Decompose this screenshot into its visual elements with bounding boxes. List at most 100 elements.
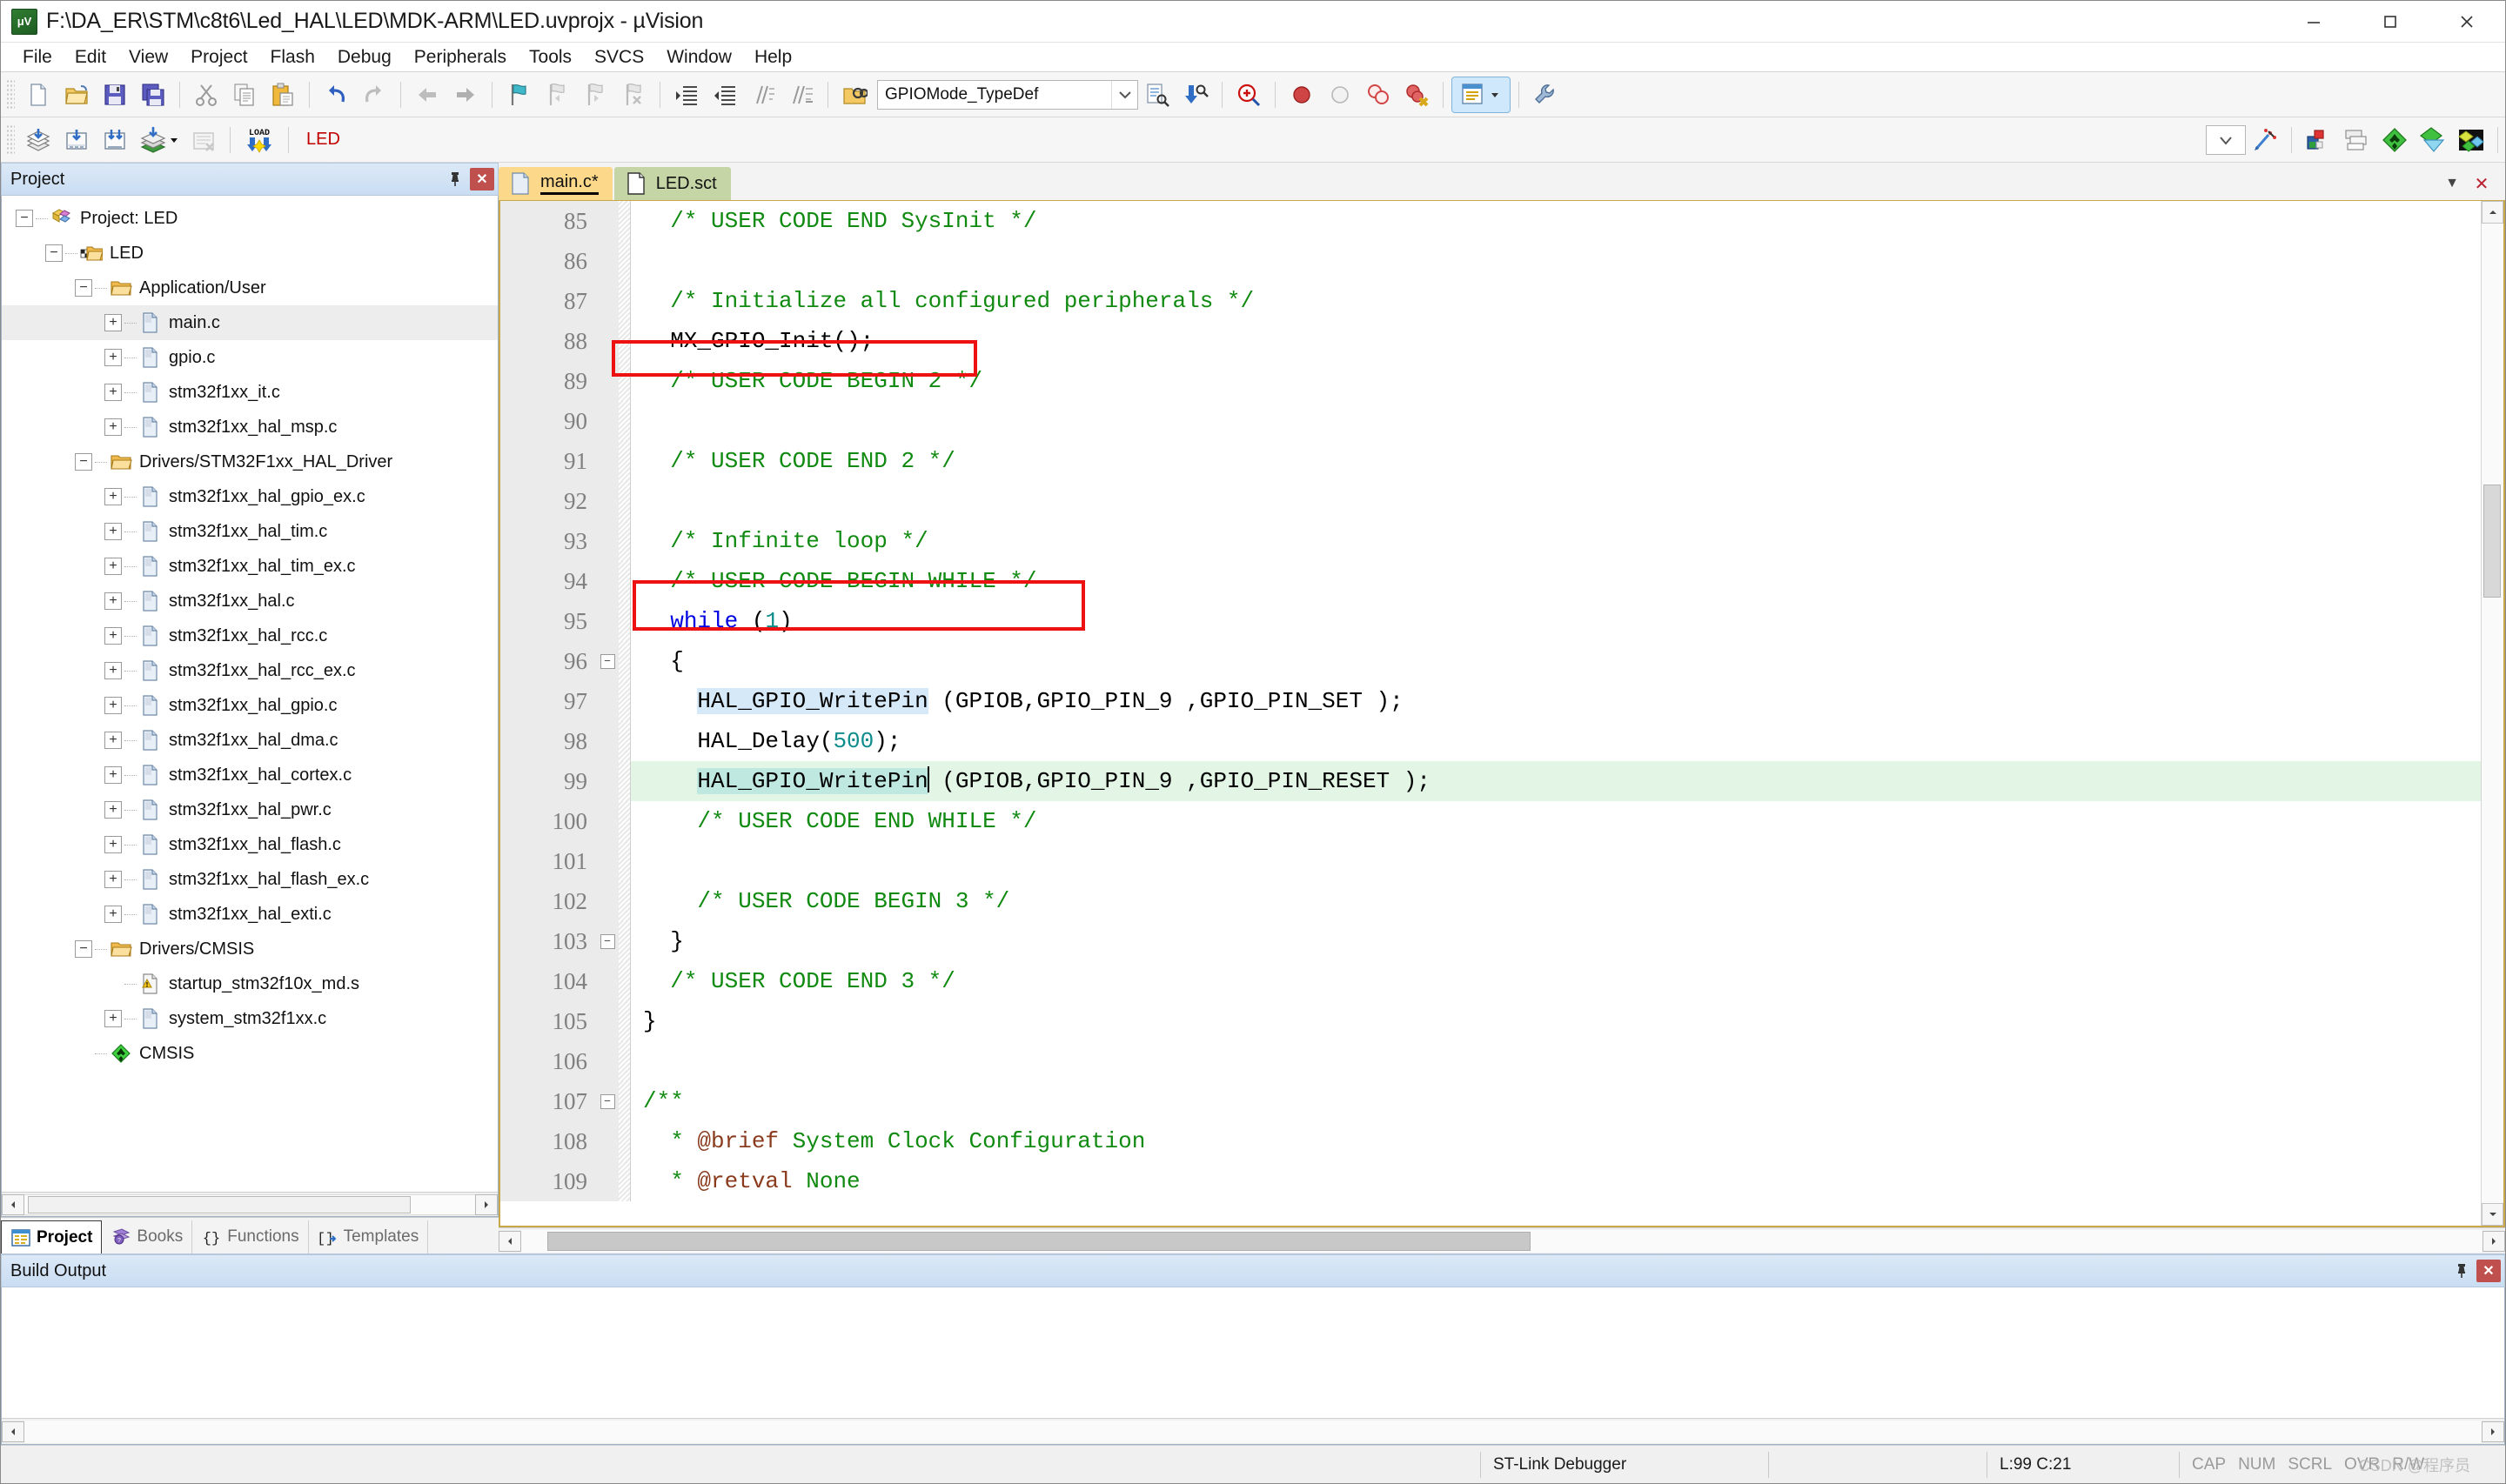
tree-item-stm32f1xx-hal-flash-ex-c[interactable]: + stm32f1xx_hal_flash_ex.c — [2, 862, 498, 897]
menu-view[interactable]: View — [117, 45, 179, 70]
fold-toggle[interactable]: − — [596, 1081, 619, 1121]
code-lines[interactable]: 85 /* USER CODE END SysInit */86 87 /* In… — [500, 201, 2481, 1201]
code-line-90[interactable]: 90 — [500, 401, 2481, 441]
code-text[interactable]: } — [631, 1001, 2481, 1041]
tree-collapse-toggle[interactable]: − — [75, 453, 92, 471]
tree-expand-toggle[interactable]: + — [104, 558, 122, 575]
code-line-105[interactable]: 105} — [500, 1001, 2481, 1041]
tree-item-stm32f1xx-hal-rcc-c[interactable]: + stm32f1xx_hal_rcc.c — [2, 618, 498, 653]
tree-item-stm32f1xx-hal-flash-c[interactable]: + stm32f1xx_hal_flash.c — [2, 827, 498, 862]
code-text[interactable] — [631, 1041, 2481, 1081]
menu-window[interactable]: Window — [655, 45, 743, 70]
build-hscroll-track[interactable] — [24, 1420, 2482, 1443]
configure-icon[interactable] — [1528, 77, 1563, 112]
navigate-back-icon[interactable] — [410, 77, 445, 112]
tab-templates[interactable]: [] Templates — [309, 1220, 429, 1253]
stop-build-icon[interactable] — [186, 123, 221, 157]
menu-tools[interactable]: Tools — [518, 45, 583, 70]
tree-item-application-user[interactable]: − Application/User — [2, 271, 498, 305]
code-text[interactable]: /* USER CODE END WHILE */ — [631, 801, 2481, 841]
menu-debug[interactable]: Debug — [326, 45, 403, 70]
scroll-left-icon[interactable] — [2, 1193, 24, 1215]
fold-toggle[interactable]: − — [596, 921, 619, 961]
code-text[interactable]: MX_GPIO_Init(); — [631, 321, 2481, 361]
code-text[interactable]: /* Infinite loop */ — [631, 521, 2481, 561]
tree-item-stm32f1xx-hal-msp-c[interactable]: + stm32f1xx_hal_msp.c — [2, 410, 498, 445]
bookmark-toggle-icon[interactable] — [501, 77, 536, 112]
save-icon[interactable] — [97, 77, 132, 112]
navigate-forward-icon[interactable] — [448, 77, 483, 112]
project-window-icon[interactable] — [1451, 76, 1511, 113]
tree-item-stm32f1xx-hal-dma-c[interactable]: + stm32f1xx_hal_dma.c — [2, 723, 498, 758]
toolbar-grip[interactable] — [6, 124, 15, 156]
tree-item-stm32f1xx-hal-gpio-ex-c[interactable]: + stm32f1xx_hal_gpio_ex.c — [2, 479, 498, 514]
tree-expand-toggle[interactable]: + — [104, 697, 122, 714]
code-line-91[interactable]: 91 /* USER CODE END 2 */ — [500, 441, 2481, 481]
tab-project[interactable]: Project — [1, 1220, 103, 1253]
hscroll-track[interactable] — [24, 1193, 475, 1215]
vscroll-track[interactable] — [2482, 224, 2503, 1203]
editor-hscrollbar[interactable] — [499, 1227, 2505, 1253]
indent-right-icon[interactable] — [669, 77, 704, 112]
close-document-icon[interactable]: ✕ — [2467, 169, 2496, 198]
menu-edit[interactable]: Edit — [64, 45, 117, 70]
code-text[interactable] — [631, 481, 2481, 521]
copy-icon[interactable] — [227, 77, 262, 112]
manage-project-items-icon[interactable] — [2301, 123, 2335, 157]
code-line-98[interactable]: 98 HAL_Delay(500); — [500, 721, 2481, 761]
code-line-97[interactable]: 97 HAL_GPIO_WritePin (GPIOB,GPIO_PIN_9 ,… — [500, 681, 2481, 721]
tree-expand-toggle[interactable]: + — [104, 488, 122, 505]
code-text[interactable]: HAL_GPIO_WritePin (GPIOB,GPIO_PIN_9 ,GPI… — [631, 761, 2481, 801]
tree-item-cmsis[interactable]: CMSIS — [2, 1036, 498, 1071]
tree-item-stm32f1xx-hal-c[interactable]: + stm32f1xx_hal.c — [2, 584, 498, 618]
select-software-packs-icon[interactable] — [2416, 123, 2450, 157]
code-line-85[interactable]: 85 /* USER CODE END SysInit */ — [500, 201, 2481, 241]
fold-box[interactable]: − — [600, 653, 615, 669]
minimize-button[interactable] — [2275, 1, 2352, 43]
menu-svcs[interactable]: SVCS — [583, 45, 655, 70]
code-line-95[interactable]: 95 while (1) — [500, 601, 2481, 641]
maximize-button[interactable] — [2352, 1, 2429, 43]
vscroll-thumb[interactable] — [2483, 485, 2501, 598]
editor-vscrollbar[interactable] — [2481, 201, 2503, 1226]
code-line-102[interactable]: 102 /* USER CODE BEGIN 3 */ — [500, 881, 2481, 921]
rebuild-icon[interactable] — [97, 123, 132, 157]
tree-item-stm32f1xx-hal-exti-c[interactable]: + stm32f1xx_hal_exti.c — [2, 897, 498, 932]
comment-icon[interactable] — [746, 77, 781, 112]
tree-expand-toggle[interactable]: + — [104, 906, 122, 923]
code-line-89[interactable]: 89 /* USER CODE BEGIN 2 */ — [500, 361, 2481, 401]
code-text[interactable]: /* USER CODE BEGIN 2 */ — [631, 361, 2481, 401]
tree-expand-toggle[interactable]: + — [104, 766, 122, 784]
code-text[interactable]: /** — [631, 1081, 2481, 1121]
tree-item-startup-stm32f10x-md-s[interactable]: startup_stm32f10x_md.s — [2, 966, 498, 1001]
tree-expand-toggle[interactable]: + — [104, 1010, 122, 1027]
incremental-find-icon[interactable] — [1140, 77, 1175, 112]
breakpoint-kill-all-icon[interactable] — [1399, 77, 1434, 112]
tree-expand-toggle[interactable]: + — [104, 384, 122, 401]
scroll-right-icon[interactable] — [475, 1193, 498, 1215]
breakpoint-disable-icon[interactable] — [1323, 77, 1357, 112]
close-panel-icon[interactable]: ✕ — [470, 168, 494, 191]
tree-collapse-toggle[interactable]: − — [75, 940, 92, 958]
code-text[interactable]: * @retval None — [631, 1161, 2481, 1201]
tab-functions[interactable]: {} Functions — [192, 1220, 309, 1253]
breakpoint-icon[interactable] — [1284, 77, 1319, 112]
scroll-right-icon[interactable] — [2482, 1420, 2504, 1442]
code-line-93[interactable]: 93 /* Infinite loop */ — [500, 521, 2481, 561]
code-line-92[interactable]: 92 — [500, 481, 2481, 521]
chevron-down-icon[interactable] — [2207, 126, 2245, 154]
scroll-down-icon[interactable] — [2482, 1203, 2503, 1226]
tree-item-project-led[interactable]: − Project: LED — [2, 201, 498, 236]
code-line-86[interactable]: 86 — [500, 241, 2481, 281]
tree-item-system-stm32f1xx-c[interactable]: + system_stm32f1xx.c — [2, 1001, 498, 1036]
tree-expand-toggle[interactable]: + — [104, 627, 122, 645]
code-line-94[interactable]: 94 /* USER CODE BEGIN WHILE */ — [500, 561, 2481, 601]
pin-icon[interactable] — [2450, 1260, 2473, 1282]
tree-collapse-toggle[interactable]: − — [75, 279, 92, 297]
code-text[interactable]: /* USER CODE END 3 */ — [631, 961, 2481, 1001]
build-icon[interactable] — [59, 123, 94, 157]
translate-icon[interactable] — [21, 123, 56, 157]
tree-expand-toggle[interactable]: + — [104, 732, 122, 749]
scroll-up-icon[interactable] — [2482, 201, 2503, 224]
paste-icon[interactable] — [265, 77, 300, 112]
